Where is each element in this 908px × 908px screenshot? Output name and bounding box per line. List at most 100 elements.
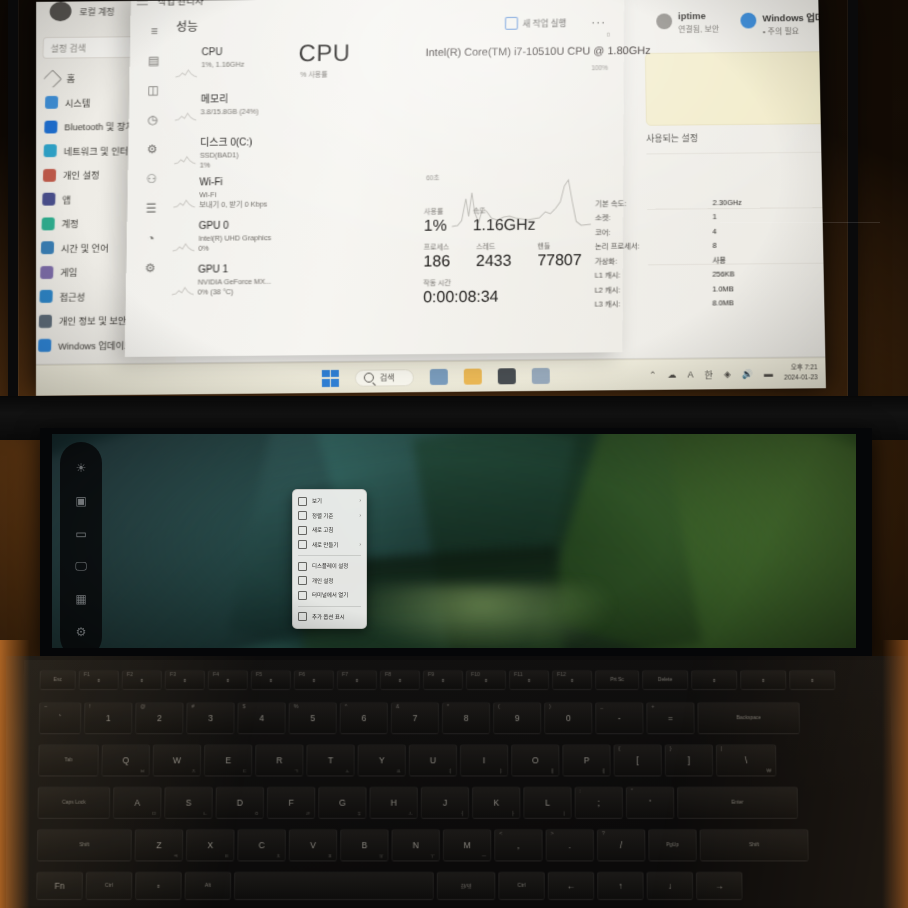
taskbar-apps[interactable]: [429, 367, 550, 386]
battery-icon[interactable]: ▬: [764, 369, 773, 379]
key-esc[interactable]: Esc: [39, 669, 76, 691]
key--[interactable]: ~ `: [38, 702, 82, 735]
key--[interactable]: _ -: [595, 702, 644, 735]
key-v[interactable]: Vㅍ: [288, 828, 338, 862]
key-s[interactable]: Sㄴ: [164, 786, 213, 819]
task-manager-sidebar[interactable]: ≡ ▤ ◫ ◷ ⚙ ⚇ ☰ ◔ ⚙: [132, 16, 172, 283]
context-menu-item-7[interactable]: 추가 옵션 표시: [293, 610, 366, 625]
key-delete[interactable]: Delete: [642, 669, 689, 691]
key-z[interactable]: Zㅋ: [134, 828, 184, 862]
resource-item-0[interactable]: CPU 1%, 1.16GHz: [173, 47, 285, 91]
key-ctrl[interactable]: Ctrl: [498, 871, 545, 901]
key-7[interactable]: & 7: [390, 702, 439, 735]
key-1[interactable]: ! 1: [83, 702, 133, 735]
cloud-icon[interactable]: ☁: [667, 369, 676, 380]
key--[interactable]: + =: [646, 702, 695, 735]
brightness-icon[interactable]: ☀: [72, 460, 90, 476]
key-brightness-up-icon[interactable]: F5 ▫: [250, 669, 291, 691]
services-icon[interactable]: ◔: [133, 223, 169, 253]
context-menu-item-0[interactable]: 보기 ›: [293, 494, 366, 509]
key-p[interactable]: Pㅔ: [562, 744, 611, 777]
key--[interactable]: ←: [547, 871, 595, 901]
key-c[interactable]: Cㅊ: [237, 828, 286, 862]
key-u[interactable]: Uㅕ: [408, 744, 457, 777]
widgets-icon[interactable]: [429, 368, 448, 386]
key--[interactable]: }]: [664, 744, 714, 777]
key-shift[interactable]: Shift: [36, 828, 132, 862]
startup-apps-icon[interactable]: ⚙: [134, 134, 170, 164]
settings-gear-icon[interactable]: [497, 368, 516, 385]
key-caps-lock[interactable]: Caps Lock: [37, 786, 111, 819]
screenxpert-launcher[interactable]: ☀ ▣ ▭ 🖵 ▦ ⚙: [60, 442, 102, 648]
key-mic-off-icon[interactable]: F10 ▫: [466, 669, 507, 691]
function-key-row[interactable]: Esc F1 ▫ F2 ▫ F3 ▫ F4 ▫ F5 ▫ F6 ▫ F7 ▫ F8 ▫ F9 ▫ F10 ▫ F11 ▫ F1…: [39, 669, 836, 691]
key-camera-off-icon[interactable]: F9 ▫: [422, 669, 464, 691]
qwerty-key-row[interactable]: Tab Q ㅂ W ㅈ E ㄷ R ㄱ T ㅅ Y ㅛ U ㅕ I ㅑ O ㅐ P ㅔ{[}] | \ ₩: [38, 744, 777, 777]
resource-item-3[interactable]: Wi-Fi Wi-Fi 보내기 0, 받기 0 Kbps: [171, 177, 283, 222]
key-keyboard-light-icon[interactable]: F7 ▫: [336, 669, 377, 691]
taskbar-search[interactable]: 검색: [354, 368, 414, 387]
task-manager-icon[interactable]: [531, 367, 550, 385]
taskbar-center[interactable]: 검색: [321, 361, 550, 393]
key-volume-down-icon[interactable]: F2 ▫: [121, 669, 162, 691]
key--[interactable]: →: [695, 871, 743, 901]
task-manager-window[interactable]: 작업 관리자 ≡ ▤ ◫ ◷ ⚙ ⚇ ☰ ◔ ⚙ 성능 새 작업 실행 ··· CPU 1%, 1…: [124, 0, 742, 357]
key-j[interactable]: Jㅓ: [420, 786, 470, 819]
status-tile-0[interactable]: iptime 연결됨, 보안: [656, 11, 719, 38]
hamburger-menu-icon[interactable]: ≡: [136, 16, 172, 46]
key-g[interactable]: Gㅎ: [318, 786, 367, 819]
context-menu-item-3[interactable]: 새로 만들기 ›: [293, 538, 366, 553]
key-8[interactable]: * 8: [441, 702, 491, 735]
key-r[interactable]: Rㄱ: [255, 744, 304, 777]
key-y[interactable]: Yㅛ: [357, 744, 406, 777]
key-shift[interactable]: Shift: [699, 828, 809, 862]
system-tray[interactable]: ⌃ ☁ A 한 ◈ 🔊 ▬ 오후 7:21 2024-01-23: [649, 358, 818, 390]
home-key-row[interactable]: Caps Lock A ㅁ S ㄴ D ㅇ F ㄹ G ㅎ H ㅗ J ㅓ K ㅏ L ㅣ:; " ' Enter: [37, 786, 799, 819]
volume-icon[interactable]: 🔊: [742, 368, 753, 379]
key-d[interactable]: Dㅇ: [215, 786, 265, 819]
key--[interactable]: | \ ₩: [715, 744, 777, 777]
keyboard[interactable]: Esc F1 ▫ F2 ▫ F3 ▫ F4 ▫ F5 ▫ F6 ▫ F7 ▫ F8 ▫ F9 ▫ F10 ▫ F11 ▫ F1…: [6, 656, 908, 908]
key-3[interactable]: #3: [186, 702, 235, 735]
settings-gear-icon[interactable]: ⚙: [132, 253, 168, 283]
key-h[interactable]: Hㅗ: [369, 786, 418, 819]
key-brightness-down-icon[interactable]: F4 ▫: [207, 669, 248, 691]
key-screenpad-icon[interactable]: F8 ▫: [379, 669, 420, 691]
key-windows-icon[interactable]: ▫: [135, 871, 182, 901]
settings-gear-icon[interactable]: ⚙: [72, 624, 90, 640]
key-w[interactable]: Wㅈ: [152, 744, 202, 777]
context-menu-item-2[interactable]: 새로 고침: [293, 523, 366, 538]
key-enter[interactable]: Enter: [677, 786, 799, 819]
status-tiles[interactable]: iptime 연결됨, 보안 Windows 업데이트 • 주의 필요: [656, 9, 826, 38]
key-e[interactable]: Eㄷ: [203, 744, 253, 777]
key-i[interactable]: Iㅑ: [460, 744, 509, 777]
performance-icon[interactable]: ◫: [135, 75, 171, 105]
key-f[interactable]: Fㄹ: [266, 786, 316, 819]
key-volume-up-icon[interactable]: F3 ▫: [164, 669, 205, 691]
app-history-icon[interactable]: ◷: [135, 105, 171, 135]
context-menu-item-6[interactable]: 터미널에서 열기: [293, 588, 366, 603]
key-k[interactable]: Kㅏ: [472, 786, 521, 819]
touchpad[interactable]: [720, 222, 880, 227]
key-fn[interactable]: [233, 871, 434, 901]
key-prt-sc[interactable]: Prt Sc: [595, 669, 640, 691]
context-menu-item-5[interactable]: 개인 설정: [293, 574, 366, 589]
screenpad-display[interactable]: ☀ ▣ ▭ 🖵 ▦ ⚙ 보기 › 정렬 기준 › 새로 고침 새로 만들기 › 디스플레이 설정 개인 설…: [52, 434, 856, 648]
resource-item-1[interactable]: 메모리 3.8/15.8GB (24%): [172, 90, 284, 134]
resource-item-2[interactable]: 디스크 0(C:) SSD(BAD1) 1%: [172, 133, 284, 178]
key--[interactable]: " ': [625, 786, 675, 819]
run-new-task-button[interactable]: 새 작업 실행: [504, 16, 567, 30]
ime-han-icon[interactable]: 한: [704, 368, 712, 381]
clock[interactable]: 오후 7:21 2024-01-23: [784, 364, 818, 383]
key-lock-icon[interactable]: ▫: [740, 669, 787, 691]
key-backspace[interactable]: Backspace: [697, 702, 800, 735]
key-mute-icon[interactable]: F1 ▫: [78, 669, 119, 691]
key-pgup[interactable]: PgUp: [648, 828, 697, 862]
task-group-icon[interactable]: ▭: [72, 526, 90, 542]
key-t[interactable]: Tㅅ: [306, 744, 355, 777]
key-tab[interactable]: Tab: [38, 744, 99, 777]
key-display-switch-icon[interactable]: F6 ▫: [293, 669, 334, 691]
bottom-key-row[interactable]: Fn Ctrl ▫ Alt 한/영 Ctrl ← ↑ ↓ →: [36, 871, 743, 901]
key-snip-icon[interactable]: F11 ▫: [509, 669, 550, 691]
key-ctrl[interactable]: Ctrl: [85, 871, 133, 901]
